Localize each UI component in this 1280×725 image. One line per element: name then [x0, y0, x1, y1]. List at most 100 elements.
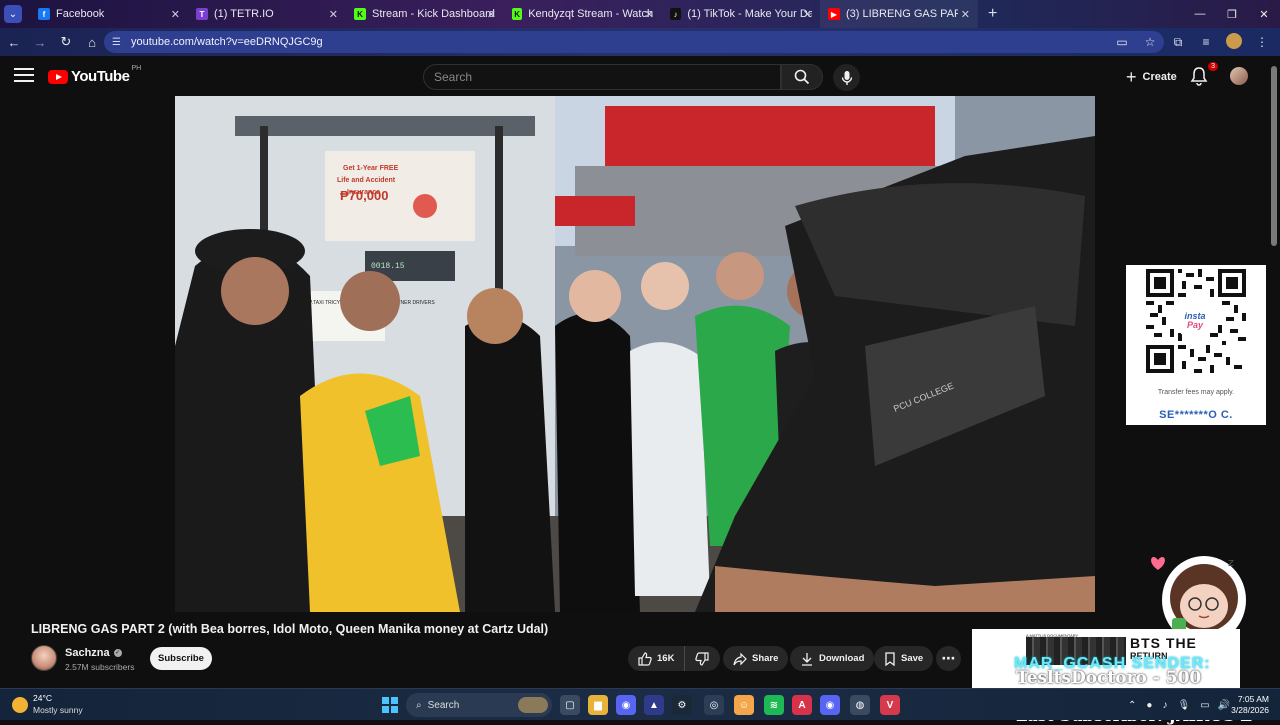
forward-icon[interactable]: →: [28, 35, 52, 50]
new-tab-icon[interactable]: +: [988, 5, 997, 23]
youtube-icon: ▶: [828, 8, 840, 20]
back-icon[interactable]: ←: [2, 35, 26, 50]
country-code: PH: [131, 65, 142, 72]
system-tray: ⌃ ● ♪ 🎙 ▭ 🔊: [1128, 689, 1230, 721]
dislike-button[interactable]: [685, 646, 724, 671]
extensions-icon[interactable]: ⧉: [1166, 35, 1190, 50]
app-a-icon[interactable]: A: [792, 695, 812, 715]
weather-description: Mostly sunny: [33, 705, 83, 715]
share-label: Share: [752, 653, 779, 664]
file-explorer-icon[interactable]: ▆: [588, 695, 608, 715]
instapay-qr-card: insta Pay Transfer fees may apply. SE***…: [1126, 265, 1266, 425]
more-actions-icon[interactable]: ⋯: [936, 646, 961, 671]
home-icon[interactable]: ⌂: [80, 35, 104, 50]
svg-text:Get 1-Year FREE: Get 1-Year FREE: [343, 165, 399, 172]
reading-list-icon[interactable]: ≡: [1194, 35, 1218, 49]
cast-icon[interactable]: ▭: [1110, 35, 1134, 49]
obs-icon[interactable]: ◍: [850, 695, 870, 715]
browser-menu-icon[interactable]: ⋮: [1250, 35, 1274, 49]
tab-tiktok[interactable]: ♪ (1) TikTok - Make Your Day ✕: [662, 0, 820, 28]
tab-facebook[interactable]: f Facebook ✕: [30, 0, 188, 28]
browser-tab-strip: ⌄ f Facebook ✕ T (1) TETR.IO ✕ K Stream …: [0, 0, 1280, 28]
tab-youtube-active[interactable]: ▶ (3) LIBRENG GAS PART 2 (w ✕: [820, 0, 978, 28]
account-name: SE*******O C.: [1159, 409, 1233, 421]
start-windows-icon[interactable]: [382, 697, 398, 713]
windows-taskbar: 24°C Mostly sunny ⌕ Search ▢ ▆ ◉ ▲ ⚙ ◎ ☺…: [0, 688, 1280, 720]
address-bar-row: ← → ↻ ⌂ ☰ youtube.com/watch?v=eeDRNQJGC9…: [0, 28, 1280, 56]
like-button[interactable]: 16K: [628, 646, 686, 671]
messenger-icon[interactable]: ☺: [734, 695, 754, 715]
close-window-icon[interactable]: ✕: [1248, 8, 1280, 21]
discord-2-icon[interactable]: ◉: [820, 695, 840, 715]
youtube-logo[interactable]: YouTube PH: [48, 65, 142, 85]
tab-search-icon[interactable]: ⌄: [4, 5, 22, 23]
tab-close-icon[interactable]: ✕: [487, 8, 496, 21]
network-icon[interactable]: ▭: [1200, 700, 1209, 711]
app-arrow-icon[interactable]: ▲: [644, 695, 664, 715]
speaker-muted-icon[interactable]: ♪: [1162, 700, 1167, 711]
weather-sun-icon[interactable]: [12, 697, 28, 713]
reload-icon[interactable]: ↻: [54, 34, 78, 50]
voice-search-button[interactable]: [833, 64, 860, 91]
download-button[interactable]: Download: [790, 646, 875, 671]
search-button[interactable]: [781, 64, 823, 90]
maximize-icon[interactable]: ❐: [1216, 8, 1248, 21]
app-v-icon[interactable]: V: [880, 695, 900, 715]
minimize-icon[interactable]: —: [1184, 8, 1216, 20]
page-scrollbar[interactable]: [1270, 60, 1278, 680]
tab-tetrio[interactable]: T (1) TETR.IO ✕: [188, 0, 346, 28]
tab-close-icon[interactable]: ✕: [803, 8, 812, 21]
url-bar[interactable]: ☰ youtube.com/watch?v=eeDRNQJGC9g: [104, 31, 1164, 53]
video-player[interactable]: Get 1-Year FREE Life and Accident Insura…: [175, 96, 1095, 612]
task-view-icon[interactable]: ▢: [560, 695, 580, 715]
tab-kick-dashboard[interactable]: K Stream - Kick Dashboard ✕: [346, 0, 504, 28]
scrollbar-thumb[interactable]: [1271, 66, 1277, 246]
kick-icon: K: [512, 8, 523, 20]
download-label: Download: [819, 653, 865, 664]
thumbs-down-icon: [695, 651, 710, 666]
chrome-icon[interactable]: ◎: [704, 695, 724, 715]
save-button[interactable]: Save: [874, 646, 934, 671]
account-avatar[interactable]: [1230, 67, 1248, 85]
verified-icon: ✓: [113, 649, 122, 658]
steam-icon[interactable]: ⚙: [672, 695, 692, 715]
search-placeholder: Search: [434, 70, 473, 84]
menu-icon[interactable]: [14, 68, 34, 84]
logo-text: YouTube: [71, 68, 130, 85]
search-input[interactable]: Search: [423, 64, 781, 90]
site-info-icon[interactable]: ☰: [112, 37, 121, 48]
mic-tray-icon[interactable]: 🎙: [1177, 700, 1190, 711]
channel-name-link[interactable]: Sachzna ✓: [65, 647, 122, 659]
bookmark-icon: [885, 651, 895, 666]
tetrio-icon: T: [196, 8, 208, 20]
tray-app-icon[interactable]: ●: [1146, 700, 1152, 711]
spotify-icon[interactable]: ≋: [764, 695, 784, 715]
create-button[interactable]: + Create: [1118, 65, 1185, 89]
share-button[interactable]: Share: [723, 646, 789, 671]
bookmark-star-icon[interactable]: ☆: [1138, 35, 1162, 49]
clock-date: 3/28/2026: [1231, 705, 1269, 715]
taskbar-clock[interactable]: 7:05 AM 3/28/2026: [1225, 694, 1269, 716]
discord-icon[interactable]: ◉: [616, 695, 636, 715]
taskbar-search[interactable]: ⌕ Search: [406, 693, 552, 717]
tab-title: Facebook: [56, 8, 105, 20]
tab-close-icon[interactable]: ✕: [645, 8, 654, 21]
search-icon: [794, 69, 810, 85]
taskbar-search-label: Search: [427, 699, 460, 711]
share-icon: [733, 652, 747, 665]
tray-chevron-icon[interactable]: ⌃: [1128, 700, 1136, 711]
tab-close-icon[interactable]: ✕: [961, 8, 970, 21]
weather-temperature: 24°C: [33, 693, 52, 703]
channel-avatar[interactable]: [31, 645, 57, 671]
browser-toolbar-right: ▭ ☆ ⧉ ≡ ⋮: [1106, 28, 1274, 56]
subscribe-button[interactable]: Subscribe: [150, 647, 212, 670]
clock-time: 7:05 AM: [1237, 694, 1269, 704]
donation-ticker: TesltsDoctoro - 500: [1016, 668, 1202, 688]
tab-close-icon[interactable]: ✕: [171, 8, 180, 21]
plus-icon: +: [1126, 66, 1137, 87]
tab-close-icon[interactable]: ✕: [329, 8, 338, 21]
bell-icon: [1190, 67, 1208, 86]
notifications-button[interactable]: 3: [1190, 62, 1218, 88]
profile-avatar[interactable]: [1222, 32, 1246, 52]
tab-kendyzqt-stream[interactable]: K Kendyzqt Stream - Watch Live ✕: [504, 0, 662, 28]
